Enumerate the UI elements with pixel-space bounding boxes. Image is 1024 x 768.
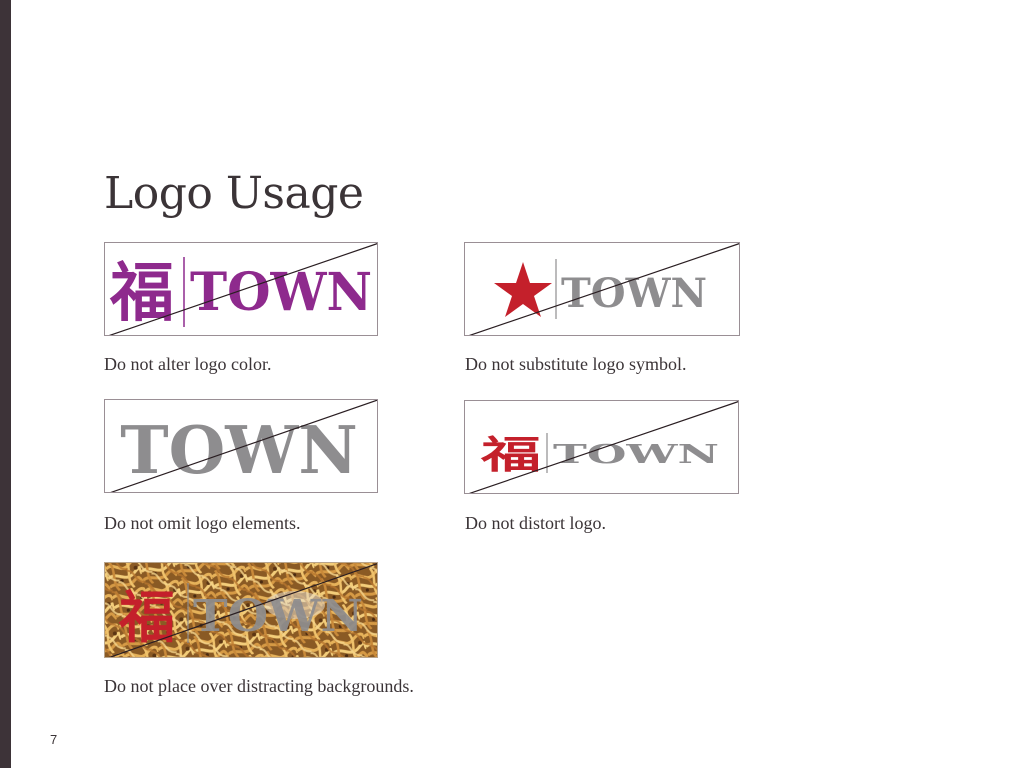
star-icon [494, 262, 552, 317]
caption: Do not substitute logo symbol. [465, 354, 687, 374]
logo-example-box: 福 TOWN [464, 400, 739, 494]
caption: Do not distort logo. [465, 513, 607, 533]
logo-example-box: 福 TOWN [104, 562, 378, 658]
logo-wordmark: TOWN [120, 413, 357, 489]
purple-logo-icon: 福 TOWN [108, 243, 377, 335]
logo-wordmark: TOWN [561, 270, 707, 317]
logo-symbol: 福 [118, 586, 175, 651]
logo-example-box: TOWN [464, 242, 740, 336]
page-title: Logo Usage [104, 168, 364, 219]
logo-example-box: 福 TOWN [104, 242, 378, 336]
stretched-logo-icon: 福 TOWN [468, 401, 738, 493]
logo-wordmark: TOWN [190, 262, 372, 323]
caption: Do not alter logo color. [104, 354, 272, 374]
page-number: 7 [50, 732, 58, 747]
caption: Do not place over distracting background… [104, 676, 414, 696]
logo-example-box: TOWN [104, 399, 378, 493]
logo-symbol: 福 [479, 433, 541, 477]
logo-symbol: 福 [109, 257, 174, 331]
noodle-background-icon: 福 TOWN [105, 563, 377, 657]
side-bar [0, 0, 11, 768]
logo-wordmark: TOWN [553, 440, 719, 470]
caption: Do not omit logo elements. [104, 513, 301, 533]
star-logo-icon: TOWN [469, 243, 739, 335]
wordmark-only-icon: TOWN [110, 400, 377, 492]
